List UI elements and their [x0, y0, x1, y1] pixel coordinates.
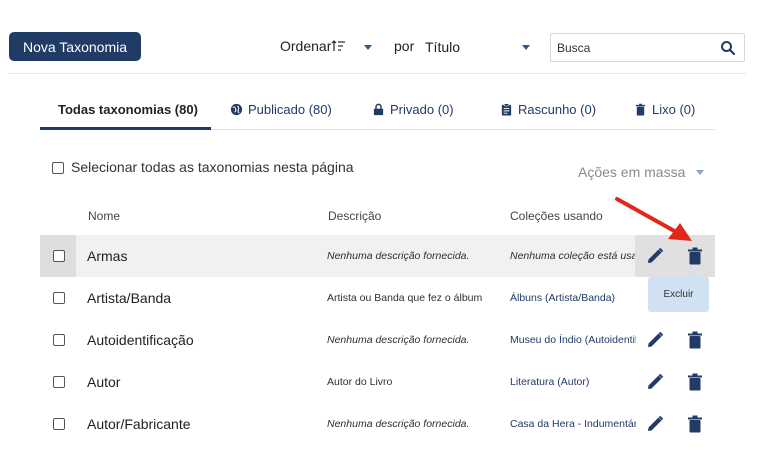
row-checkbox-cell [40, 277, 76, 319]
tab-all-label: Todas taxonomias (80) [58, 102, 198, 117]
tab-private-label: Privado (0) [390, 102, 454, 117]
tab-draft[interactable]: Rascunho (0) [500, 102, 596, 117]
clipboard-icon [501, 103, 512, 116]
tab-private[interactable]: Privado (0) [372, 102, 454, 117]
tab-draft-label: Rascunho (0) [518, 102, 597, 117]
taxonomy-collections[interactable]: Literatura (Autor) [510, 376, 636, 388]
row-checkbox-cell [40, 319, 76, 361]
active-tab-indicator [40, 127, 211, 130]
table-row[interactable]: Autoidentificação Nenhuma descrição forn… [40, 319, 715, 361]
column-header-description: Descrição [328, 209, 382, 223]
taxonomy-description: Nenhuma descrição fornecida. [327, 250, 470, 262]
select-all-checkbox[interactable] [52, 162, 64, 174]
taxonomy-description: Artista ou Banda que fez o álbum [327, 292, 483, 304]
taxonomy-collections[interactable]: Casa da Hera - Indumentária [510, 418, 636, 430]
tab-published-label: Publicado (80) [248, 102, 332, 117]
taxonomy-collections: Nenhuma coleção está usando [510, 250, 636, 262]
row-actions [635, 403, 715, 445]
table-row[interactable]: Autor/Fabricante Nenhuma descrição forne… [40, 403, 715, 445]
search-icon[interactable] [720, 40, 736, 56]
taxonomy-name[interactable]: Autor [87, 374, 120, 390]
delete-icon[interactable] [687, 373, 703, 391]
sort-field-select[interactable]: Título [420, 34, 536, 60]
sort-field-value: Título [425, 39, 461, 55]
taxonomy-collections[interactable]: Museu do Índio (Autoidentificação) [510, 334, 636, 346]
edit-icon[interactable] [645, 414, 665, 434]
row-checkbox[interactable] [53, 376, 65, 388]
taxonomy-description: Nenhuma descrição fornecida. [327, 418, 470, 430]
taxonomy-description: Nenhuma descrição fornecida. [327, 334, 470, 346]
sort-dropdown-caret-icon[interactable] [364, 45, 372, 50]
chevron-down-icon[interactable] [696, 170, 704, 175]
column-header-name: Nome [88, 209, 121, 223]
taxonomy-name[interactable]: Autor/Fabricante [87, 416, 191, 432]
taxonomy-name[interactable]: Armas [87, 248, 127, 264]
tab-trash[interactable]: Lixo (0) [634, 102, 695, 117]
sort-label: Ordenar [280, 38, 332, 54]
table-row[interactable]: Autor Autor do Livro Literatura (Autor) [40, 361, 715, 403]
column-header-collections: Coleções usando [510, 209, 603, 223]
bulk-actions-dropdown[interactable]: Ações em massa [578, 164, 685, 180]
row-checkbox[interactable] [53, 250, 65, 262]
row-actions [635, 361, 715, 403]
sort-order-icon[interactable] [331, 38, 347, 54]
delete-icon[interactable] [687, 415, 703, 433]
select-all-label: Selecionar todas as taxonomias nesta pág… [71, 159, 354, 175]
taxonomy-name[interactable]: Autoidentificação [87, 332, 194, 348]
header-divider [9, 73, 746, 74]
lock-icon [373, 103, 384, 116]
taxonomy-description: Autor do Livro [327, 376, 393, 388]
trash-icon [635, 103, 646, 116]
new-taxonomy-button[interactable]: Nova Taxonomia [9, 32, 141, 61]
globe-icon [230, 103, 243, 116]
row-checkbox[interactable] [53, 418, 65, 430]
search-field[interactable] [550, 33, 745, 62]
taxonomy-collections[interactable]: Álbuns (Artista/Banda) [510, 292, 636, 304]
delete-icon[interactable] [687, 331, 703, 349]
row-checkbox-cell [40, 361, 76, 403]
por-label: por [394, 38, 415, 54]
row-checkbox[interactable] [53, 334, 65, 346]
tab-trash-label: Lixo (0) [652, 102, 696, 117]
row-actions [635, 319, 715, 361]
row-checkbox-cell [40, 235, 76, 277]
table-row[interactable]: Artista/Banda Artista ou Banda que fez o… [40, 277, 715, 319]
row-checkbox-cell [40, 403, 76, 445]
delete-tooltip: Excluir [648, 271, 709, 312]
tab-published[interactable]: Publicado (80) [230, 102, 332, 117]
taxonomy-name[interactable]: Artista/Banda [87, 290, 171, 306]
row-checkbox[interactable] [53, 292, 65, 304]
delete-tooltip-label: Excluir [663, 289, 694, 300]
search-input[interactable] [557, 40, 707, 56]
edit-icon[interactable] [645, 330, 665, 350]
annotation-arrow-icon [615, 197, 692, 241]
chevron-down-icon[interactable] [522, 45, 530, 50]
tab-all[interactable]: Todas taxonomias (80) [58, 102, 198, 117]
edit-icon[interactable] [645, 372, 665, 392]
